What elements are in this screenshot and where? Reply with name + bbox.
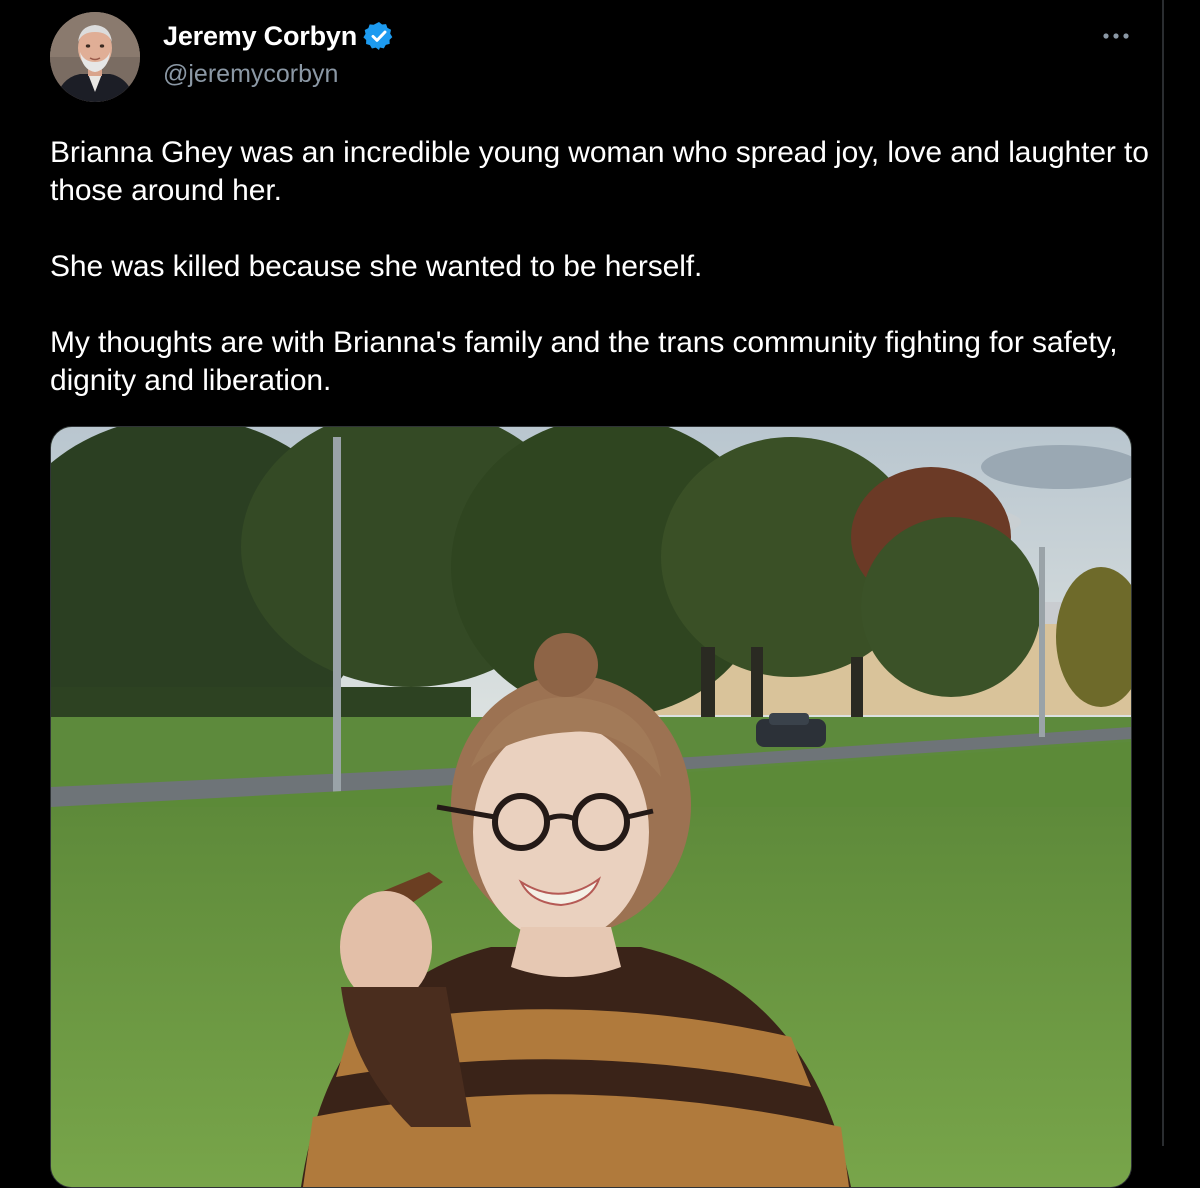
tweet-photo[interactable] [50, 426, 1132, 1188]
column-divider [1162, 0, 1164, 1146]
author-name-row[interactable]: Jeremy Corbyn [163, 20, 395, 52]
verified-badge-icon[interactable] [363, 20, 395, 52]
tweet-paragraph: She was killed because she wanted to be … [50, 250, 703, 283]
more-options-icon[interactable] [1098, 26, 1134, 46]
tweet-text: Brianna Ghey was an incredible young wom… [50, 134, 1150, 438]
avatar[interactable] [50, 12, 140, 102]
tweet-paragraph: Brianna Ghey was an incredible young wom… [50, 136, 1149, 207]
tweet[interactable]: Jeremy Corbyn @jeremycorbyn Brianna Ghey… [0, 0, 1200, 1188]
tweet-paragraph: My thoughts are with Brianna's family an… [50, 326, 1118, 397]
author-handle[interactable]: @jeremycorbyn [163, 60, 338, 89]
author-display-name[interactable]: Jeremy Corbyn [163, 21, 357, 52]
